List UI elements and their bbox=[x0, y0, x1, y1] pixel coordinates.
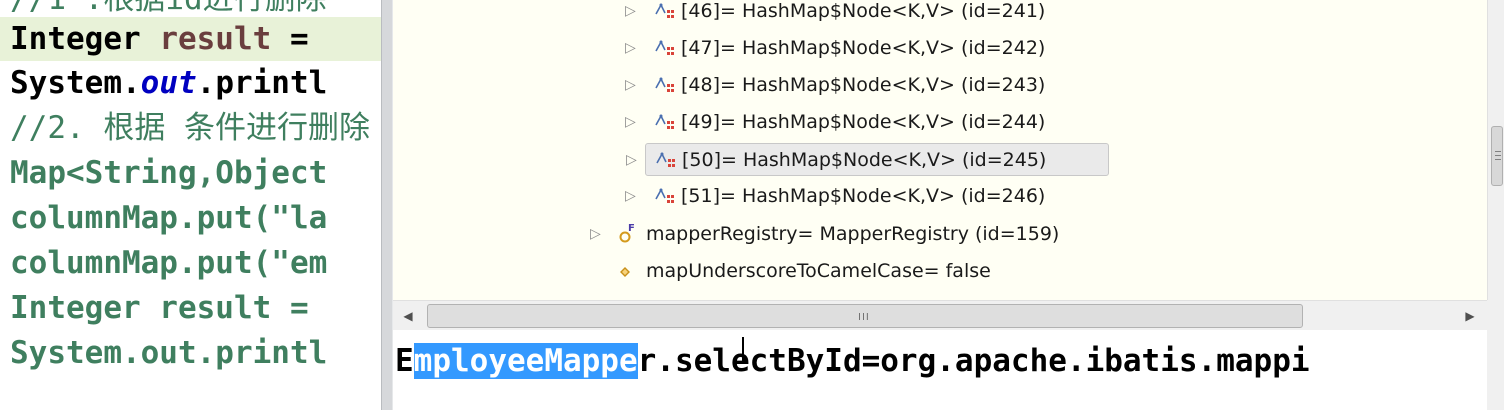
expand-arrow-icon[interactable]: ▷ bbox=[625, 180, 637, 212]
variable-row[interactable]: ▷ [46]= HashMap$Node<K,V> (id=241) bbox=[623, 0, 1109, 27]
code-token: //2. 根据 条件进行删除 bbox=[10, 110, 370, 146]
code-token: out bbox=[140, 65, 197, 101]
variable-row[interactable]: ▷ [50]= HashMap$Node<K,V> (id=245) bbox=[626, 143, 1109, 176]
code-token: .printl bbox=[196, 65, 328, 101]
code-token: Map<String,Object bbox=[10, 155, 328, 191]
horizontal-scroll-thumb[interactable]: III bbox=[427, 304, 1303, 328]
code-token: //1 .根据id进行删除 bbox=[10, 0, 327, 17]
code-line[interactable]: columnMap.put("em bbox=[10, 241, 327, 286]
vertical-scrollbar[interactable] bbox=[1487, 0, 1504, 300]
code-token: result bbox=[159, 21, 272, 57]
code-token: System. bbox=[10, 65, 141, 101]
scroll-right-arrow-icon[interactable]: ▶ bbox=[1459, 301, 1481, 331]
expand-arrow-icon[interactable]: ▷ bbox=[625, 69, 637, 101]
code-line[interactable]: Integer result = bbox=[10, 286, 327, 331]
field-row[interactable]: ▷ FmapperRegistry= MapperRegistry (id=159… bbox=[588, 218, 1148, 250]
vertical-scroll-thumb[interactable] bbox=[1491, 126, 1503, 186]
field-label: mapperRegistry= MapperRegistry (id=159) bbox=[646, 223, 1060, 245]
detail-prefix: E bbox=[395, 343, 414, 379]
code-line[interactable]: System.out.printl bbox=[10, 61, 327, 106]
hashmap-node-icon bbox=[653, 185, 677, 217]
expand-arrow-icon[interactable]: ▷ bbox=[625, 32, 637, 64]
code-line[interactable]: Map<String,Object bbox=[10, 151, 327, 196]
hashmap-node-icon bbox=[653, 74, 677, 106]
variable-label: [49]= HashMap$Node<K,V> (id=244) bbox=[681, 111, 1046, 133]
code-line[interactable]: columnMap.put("la bbox=[10, 196, 327, 241]
hashmap-node-icon bbox=[653, 0, 677, 32]
scroll-grip: III bbox=[858, 312, 870, 323]
code-token: System.out.printl bbox=[10, 335, 328, 371]
hashmap-node-icon bbox=[654, 149, 678, 181]
expand-arrow-icon[interactable]: ▷ bbox=[625, 0, 637, 27]
detail-suffix: r.selectById=org.apache.ibatis.mappi bbox=[637, 343, 1310, 379]
variable-row[interactable]: ▷ [48]= HashMap$Node<K,V> (id=243) bbox=[623, 69, 1109, 101]
variable-label: [47]= HashMap$Node<K,V> (id=242) bbox=[681, 37, 1046, 59]
detail-scrollbar[interactable] bbox=[1487, 331, 1504, 410]
text-cursor-icon bbox=[742, 337, 750, 363]
expand-arrow-icon[interactable]: ▷ bbox=[590, 218, 602, 250]
code-token: Integer bbox=[10, 21, 160, 57]
horizontal-scrollbar[interactable]: ◀ III ▶ bbox=[393, 300, 1487, 330]
svg-text:F: F bbox=[628, 223, 635, 234]
variable-label: [50]= HashMap$Node<K,V> (id=245) bbox=[682, 149, 1047, 171]
final-field-icon: F bbox=[618, 222, 642, 254]
variables-tree[interactable]: ▷ [46]= HashMap$Node<K,V> (id=241) ▷ [47]= … bbox=[393, 0, 1487, 300]
code-token: Integer result = bbox=[10, 290, 328, 326]
detail-text[interactable]: EmployeeMapper.selectById=org.apache.iba… bbox=[395, 339, 1310, 383]
grip-line bbox=[1495, 155, 1501, 156]
protected-field-icon bbox=[618, 259, 642, 291]
variable-row[interactable]: ▷ [47]= HashMap$Node<K,V> (id=242) bbox=[623, 32, 1109, 64]
field-row[interactable]: mapUnderscoreToCamelCase= false bbox=[588, 255, 1148, 287]
field-label: mapUnderscoreToCamelCase= false bbox=[646, 260, 991, 282]
expand-arrow-icon[interactable]: ▷ bbox=[626, 144, 638, 176]
variable-row[interactable]: ▷ [49]= HashMap$Node<K,V> (id=244) bbox=[623, 106, 1109, 138]
scroll-left-arrow-icon[interactable]: ◀ bbox=[397, 301, 419, 331]
code-token: columnMap.put("em bbox=[10, 245, 328, 281]
detail-selected-text: mployeeMappe bbox=[413, 343, 638, 379]
detail-pane[interactable]: EmployeeMapper.selectById=org.apache.iba… bbox=[393, 331, 1487, 410]
expand-arrow-icon[interactable]: ▷ bbox=[625, 106, 637, 138]
code-editor[interactable]: //1 .根据id进行删除Integer result = System.out… bbox=[0, 0, 383, 410]
code-line[interactable]: //2. 根据 条件进行删除 bbox=[10, 106, 370, 151]
code-token: columnMap.put("la bbox=[10, 200, 328, 236]
variable-row[interactable]: ▷ [51]= HashMap$Node<K,V> (id=246) bbox=[623, 180, 1109, 212]
variable-label: [48]= HashMap$Node<K,V> (id=243) bbox=[681, 74, 1046, 96]
code-line[interactable]: Integer result = bbox=[10, 17, 327, 62]
variable-label: [51]= HashMap$Node<K,V> (id=246) bbox=[681, 185, 1046, 207]
code-line[interactable]: System.out.printl bbox=[10, 331, 327, 376]
hashmap-node-icon bbox=[653, 37, 677, 69]
hashmap-node-icon bbox=[653, 111, 677, 143]
code-token: = bbox=[271, 21, 328, 57]
variable-label: [46]= HashMap$Node<K,V> (id=241) bbox=[681, 0, 1046, 22]
grip-line bbox=[1495, 159, 1501, 160]
grip-line bbox=[1495, 151, 1501, 152]
pane-splitter[interactable] bbox=[381, 0, 393, 410]
